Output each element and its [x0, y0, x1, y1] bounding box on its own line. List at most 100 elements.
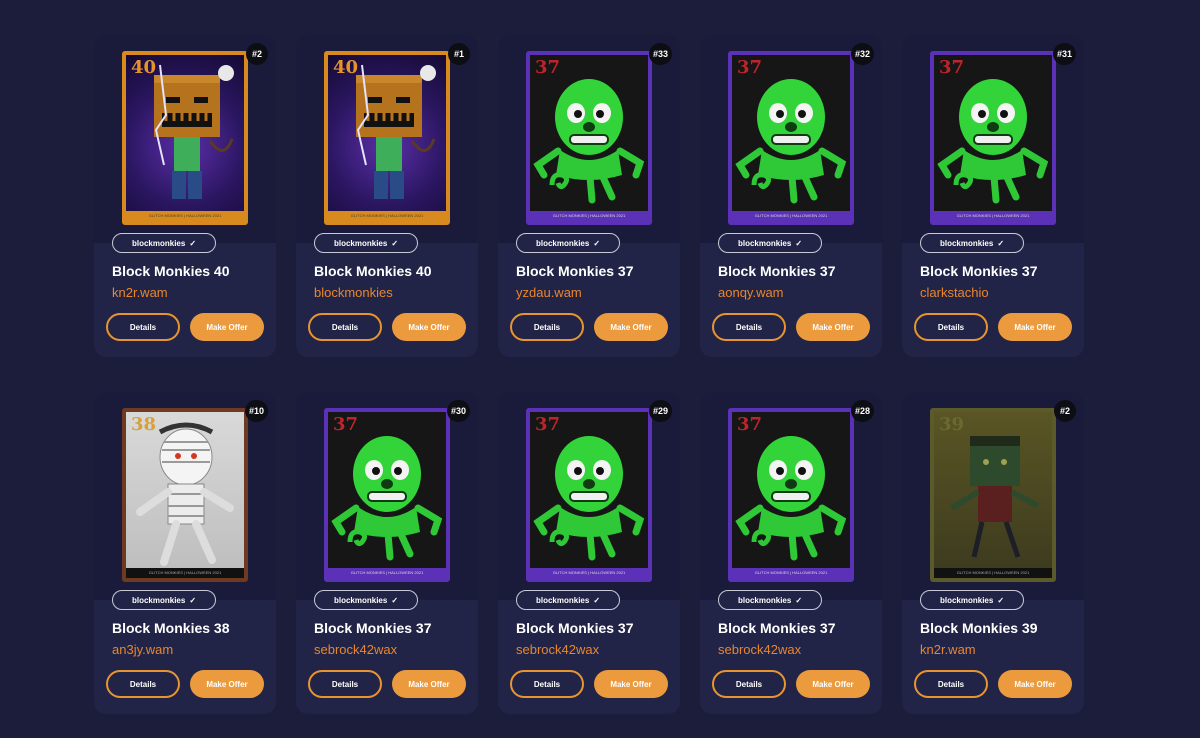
collection-badge[interactable]: blockmonkies ✓ [516, 590, 620, 610]
nft-card[interactable]: 37 GLITCH MONKIES | HALLOWEEN 2021 #29 b… [498, 392, 680, 714]
owner-link[interactable]: kn2r.wam [920, 642, 976, 657]
details-button[interactable]: Details [106, 313, 180, 341]
artwork-number: 37 [535, 414, 561, 435]
make-offer-button[interactable]: Make Offer [190, 670, 264, 698]
collection-badge[interactable]: blockmonkies ✓ [718, 590, 822, 610]
details-button[interactable]: Details [308, 670, 382, 698]
mint-number-badge: #10 [244, 400, 268, 422]
check-icon: ✓ [997, 238, 1005, 248]
monkey-illustration [356, 64, 436, 199]
monkey-illustration [154, 64, 234, 199]
nft-title: Block Monkies 37 [516, 620, 634, 636]
mint-number-badge: #30 [446, 400, 470, 422]
nft-image-area[interactable]: 37 GLITCH MONKIES | HALLOWEEN 2021 #30 [296, 392, 478, 600]
monkey-illustration [533, 79, 645, 204]
make-offer-button[interactable]: Make Offer [796, 313, 870, 341]
nft-title: Block Monkies 37 [516, 263, 634, 279]
nft-card[interactable]: 37 GLITCH MONKIES | HALLOWEEN 2021 #32 b… [700, 35, 882, 357]
collection-name: blockmonkies [131, 595, 186, 605]
owner-link[interactable]: aonqy.wam [718, 285, 784, 300]
details-button[interactable]: Details [510, 313, 584, 341]
nft-title: Block Monkies 39 [920, 620, 1038, 636]
make-offer-button[interactable]: Make Offer [594, 670, 668, 698]
mint-number-badge: #31 [1052, 43, 1076, 65]
nft-image-area[interactable]: 40 GLITCH MONKIES | HALLOWEEN 2021 #2 [94, 35, 276, 243]
nft-artwork: 37 GLITCH MONKIES | HALLOWEEN 2021 [526, 51, 652, 225]
owner-link[interactable]: yzdau.wam [516, 285, 582, 300]
artwork-footer: GLITCH MONKIES | HALLOWEEN 2021 [732, 211, 850, 221]
artwork-footer: GLITCH MONKIES | HALLOWEEN 2021 [126, 211, 244, 221]
details-button[interactable]: Details [712, 670, 786, 698]
nft-image-area[interactable]: 37 GLITCH MONKIES | HALLOWEEN 2021 #31 [902, 35, 1084, 243]
collection-name: blockmonkies [535, 238, 590, 248]
collection-badge[interactable]: blockmonkies ✓ [314, 590, 418, 610]
make-offer-button[interactable]: Make Offer [998, 670, 1072, 698]
owner-link[interactable]: sebrock42wax [516, 642, 599, 657]
make-offer-button[interactable]: Make Offer [796, 670, 870, 698]
details-button[interactable]: Details [914, 313, 988, 341]
monkey-illustration [533, 436, 645, 561]
check-icon: ✓ [795, 238, 803, 248]
make-offer-button[interactable]: Make Offer [392, 313, 466, 341]
details-button[interactable]: Details [712, 313, 786, 341]
collection-name: blockmonkies [333, 595, 388, 605]
nft-card[interactable]: 37 GLITCH MONKIES | HALLOWEEN 2021 #31 b… [902, 35, 1084, 357]
nft-card[interactable]: 37 GLITCH MONKIES | HALLOWEEN 2021 #28 b… [700, 392, 882, 714]
details-button[interactable]: Details [510, 670, 584, 698]
nft-artwork: 37 GLITCH MONKIES | HALLOWEEN 2021 [728, 408, 854, 582]
nft-artwork: 40 GLITCH MONKIES | HALLOWEEN 2021 [122, 51, 248, 225]
collection-name: blockmonkies [737, 238, 792, 248]
nft-grid: 40 GLITCH MONKIES | HALLOWEEN 2021 #2 bl… [94, 35, 1084, 714]
nft-image-area[interactable]: 40 GLITCH MONKIES | HALLOWEEN 2021 #1 [296, 35, 478, 243]
collection-name: blockmonkies [131, 238, 186, 248]
collection-badge[interactable]: blockmonkies ✓ [920, 233, 1024, 253]
artwork-number: 37 [737, 414, 763, 435]
nft-image-area[interactable]: 37 GLITCH MONKIES | HALLOWEEN 2021 #33 [498, 35, 680, 243]
make-offer-button[interactable]: Make Offer [392, 670, 466, 698]
collection-badge[interactable]: blockmonkies ✓ [112, 590, 216, 610]
owner-link[interactable]: clarkstachio [920, 285, 989, 300]
nft-image-area[interactable]: 37 GLITCH MONKIES | HALLOWEEN 2021 #32 [700, 35, 882, 243]
nft-image-area[interactable]: 37 GLITCH MONKIES | HALLOWEEN 2021 #28 [700, 392, 882, 600]
mint-number-badge: #1 [448, 43, 470, 65]
make-offer-button[interactable]: Make Offer [594, 313, 668, 341]
details-button[interactable]: Details [106, 670, 180, 698]
collection-badge[interactable]: blockmonkies ✓ [516, 233, 620, 253]
nft-artwork: 40 GLITCH MONKIES | HALLOWEEN 2021 [324, 51, 450, 225]
artwork-number: 37 [333, 414, 359, 435]
nft-image-area[interactable]: 37 GLITCH MONKIES | HALLOWEEN 2021 #29 [498, 392, 680, 600]
nft-image-area[interactable]: 39 GLITCH MONKIES | HALLOWEEN 2021 #2 [902, 392, 1084, 600]
nft-artwork: 38 GLITCH MONKIES | HALLOWEEN 2021 [122, 408, 248, 582]
owner-link[interactable]: blockmonkies [314, 285, 393, 300]
details-button[interactable]: Details [914, 670, 988, 698]
nft-image-area[interactable]: 38 GLITCH MONKIES | HALLOWEEN 2021 #10 [94, 392, 276, 600]
nft-card[interactable]: 37 GLITCH MONKIES | HALLOWEEN 2021 #30 b… [296, 392, 478, 714]
collection-badge[interactable]: blockmonkies ✓ [920, 590, 1024, 610]
mint-number-badge: #29 [648, 400, 672, 422]
nft-card[interactable]: 40 GLITCH MONKIES | HALLOWEEN 2021 #2 bl… [94, 35, 276, 357]
make-offer-button[interactable]: Make Offer [998, 313, 1072, 341]
check-icon: ✓ [391, 595, 399, 605]
collection-badge[interactable]: blockmonkies ✓ [718, 233, 822, 253]
nft-card[interactable]: 39 GLITCH MONKIES | HALLOWEEN 2021 #2 bl… [902, 392, 1084, 714]
collection-badge[interactable]: blockmonkies ✓ [112, 233, 216, 253]
collection-badge[interactable]: blockmonkies ✓ [314, 233, 418, 253]
artwork-number: 37 [939, 57, 965, 78]
monkey-illustration [136, 422, 234, 566]
details-button[interactable]: Details [308, 313, 382, 341]
make-offer-button[interactable]: Make Offer [190, 313, 264, 341]
check-icon: ✓ [189, 238, 197, 248]
collection-name: blockmonkies [737, 595, 792, 605]
nft-card[interactable]: 37 GLITCH MONKIES | HALLOWEEN 2021 #33 b… [498, 35, 680, 357]
collection-name: blockmonkies [333, 238, 388, 248]
nft-artwork: 37 GLITCH MONKIES | HALLOWEEN 2021 [728, 51, 854, 225]
nft-card[interactable]: 38 GLITCH MONKIES | HALLOWEEN 2021 #10 b… [94, 392, 276, 714]
nft-title: Block Monkies 37 [920, 263, 1038, 279]
owner-link[interactable]: sebrock42wax [314, 642, 397, 657]
owner-link[interactable]: sebrock42wax [718, 642, 801, 657]
owner-link[interactable]: an3jy.wam [112, 642, 173, 657]
nft-card[interactable]: 40 GLITCH MONKIES | HALLOWEEN 2021 #1 bl… [296, 35, 478, 357]
artwork-footer: GLITCH MONKIES | HALLOWEEN 2021 [328, 568, 446, 578]
check-icon: ✓ [593, 238, 601, 248]
owner-link[interactable]: kn2r.wam [112, 285, 168, 300]
